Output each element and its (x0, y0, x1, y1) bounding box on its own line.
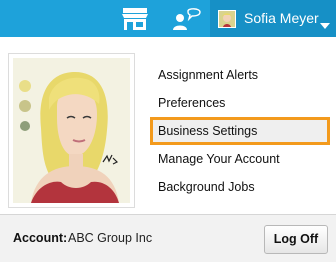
profile-photo-frame (8, 53, 135, 208)
chat-icon[interactable] (170, 6, 206, 32)
top-navigation-bar: Sofia Meyer (0, 0, 336, 37)
user-name: Sofia Meyer (244, 10, 319, 26)
menu-item-background-jobs[interactable]: Background Jobs (150, 173, 330, 201)
profile-photo (13, 58, 130, 203)
menu-item-assignment-alerts[interactable]: Assignment Alerts (150, 61, 330, 89)
user-dropdown-panel: Assignment Alerts Preferences Business S… (0, 37, 336, 262)
menu-item-manage-your-account[interactable]: Manage Your Account (150, 145, 330, 173)
user-menu[interactable]: Sofia Meyer (210, 0, 336, 37)
menu-item-preferences[interactable]: Preferences (150, 89, 330, 117)
user-menu-list: Assignment Alerts Preferences Business S… (150, 61, 330, 201)
account-label: Account: (13, 231, 68, 245)
store-icon[interactable] (116, 6, 154, 32)
menu-item-business-settings[interactable]: Business Settings (150, 117, 330, 145)
log-off-button[interactable]: Log Off (264, 225, 328, 254)
account-footer: Account: ABC Group Inc Log Off (0, 214, 336, 262)
account-value: ABC Group Inc (68, 231, 153, 245)
chevron-down-icon (320, 16, 330, 29)
user-avatar-small (218, 10, 236, 28)
